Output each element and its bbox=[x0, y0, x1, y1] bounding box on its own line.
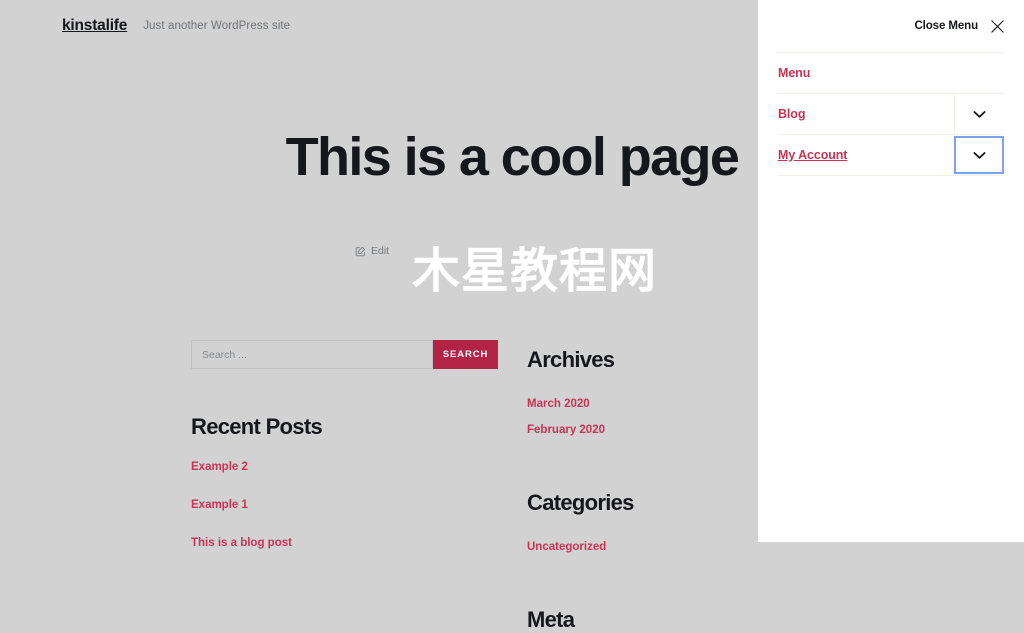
categories-list: Uncategorized bbox=[527, 537, 757, 555]
menu-item-my-account: My Account bbox=[778, 134, 1004, 176]
meta-heading: Meta bbox=[527, 607, 575, 632]
menu-link-blog[interactable]: Blog bbox=[778, 107, 805, 121]
list-item: March 2020 bbox=[527, 394, 757, 412]
recent-posts-list: Example 2 Example 1 This is a blog post bbox=[191, 457, 498, 551]
menu-item-menu: Menu bbox=[778, 52, 1004, 93]
chevron-down-icon bbox=[973, 151, 986, 160]
archives-heading: Archives bbox=[527, 347, 615, 372]
close-menu-button[interactable]: Close Menu bbox=[914, 19, 1005, 34]
list-item: February 2020 bbox=[527, 420, 757, 438]
watermark-text: 木星教程网 bbox=[412, 243, 658, 299]
list-item: Example 2 bbox=[191, 457, 498, 475]
search-input[interactable] bbox=[191, 340, 433, 369]
site-title[interactable]: kinstalife bbox=[62, 17, 127, 35]
widget-column-right: Archives March 2020 February 2020 Catego… bbox=[527, 340, 757, 633]
submenu-toggle-my-account[interactable] bbox=[954, 136, 1004, 174]
menu-panel-navigation: Menu Blog My Account bbox=[758, 52, 1024, 176]
recent-post-link[interactable]: Example 2 bbox=[191, 461, 248, 473]
category-link[interactable]: Uncategorized bbox=[527, 541, 606, 553]
edit-label: Edit bbox=[371, 245, 390, 257]
edit-link[interactable]: Edit bbox=[355, 245, 389, 257]
menu-panel-header: Close Menu bbox=[758, 0, 1024, 52]
submenu-toggle-blog[interactable] bbox=[954, 94, 1004, 134]
search-form: SEARCH bbox=[191, 340, 498, 369]
menu-item-blog: Blog bbox=[778, 93, 1004, 134]
recent-post-link[interactable]: Example 1 bbox=[191, 499, 248, 511]
menu-link-menu[interactable]: Menu bbox=[778, 66, 810, 80]
widget-column-left: SEARCH Recent Posts Example 2 Example 1 … bbox=[191, 340, 498, 551]
list-item: Uncategorized bbox=[527, 537, 757, 555]
close-menu-label: Close Menu bbox=[914, 20, 978, 32]
menu-item-label-cell: Blog bbox=[778, 94, 954, 134]
list-item: Example 1 bbox=[191, 495, 498, 513]
archive-link[interactable]: February 2020 bbox=[527, 424, 605, 436]
categories-heading: Categories bbox=[527, 490, 634, 515]
archive-link[interactable]: March 2020 bbox=[527, 398, 590, 410]
archives-list: March 2020 February 2020 bbox=[527, 394, 757, 438]
recent-post-link[interactable]: This is a blog post bbox=[191, 537, 292, 549]
pencil-square-icon bbox=[355, 246, 366, 257]
chevron-down-icon bbox=[973, 110, 986, 119]
menu-link-my-account[interactable]: My Account bbox=[778, 148, 847, 162]
menu-item-label-cell: My Account bbox=[778, 135, 954, 175]
list-item: This is a blog post bbox=[191, 533, 498, 551]
site-tagline: Just another WordPress site bbox=[143, 20, 291, 32]
slide-out-menu-panel: Close Menu Menu Blog My Account bbox=[758, 0, 1024, 542]
close-x-icon bbox=[990, 19, 1005, 34]
menu-item-label-cell: Menu bbox=[778, 53, 1004, 93]
recent-posts-heading: Recent Posts bbox=[191, 414, 323, 439]
search-button[interactable]: SEARCH bbox=[433, 340, 498, 369]
